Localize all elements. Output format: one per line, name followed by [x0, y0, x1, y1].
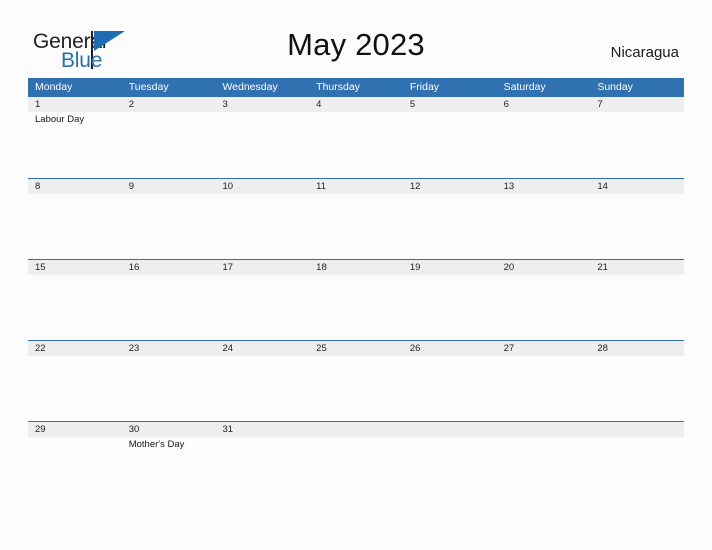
weekday-header-wednesday: Wednesday: [222, 81, 278, 93]
day-number: 14: [597, 181, 608, 192]
week-day-cells: 1 Labour Day 2 3 4 5 6 7: [28, 97, 684, 178]
day-cell-4[interactable]: 4: [309, 97, 403, 178]
day-number: 30: [128, 424, 140, 435]
day-number: 29: [35, 424, 46, 435]
day-number: 10: [222, 181, 234, 192]
day-cell-1[interactable]: 1 Labour Day: [28, 97, 122, 178]
day-number: 18: [316, 262, 327, 273]
day-cell-13[interactable]: 13: [497, 179, 591, 259]
day-number: 19: [409, 262, 421, 273]
calendar-week-row: 1 Labour Day 2 3 4 5 6 7: [28, 97, 684, 178]
week-day-cells: 22 23 24 25 26 27 28: [28, 341, 684, 421]
day-cell-12[interactable]: 12: [403, 179, 497, 259]
week-day-cells: 29 30 Mother's Day 31: [28, 422, 684, 502]
day-cell-28[interactable]: 28: [590, 341, 684, 421]
day-cell-5[interactable]: 5: [403, 97, 497, 178]
day-number: 8: [35, 181, 41, 192]
day-cell-20[interactable]: 20: [497, 260, 591, 340]
day-number: 4: [316, 99, 322, 110]
day-cell-9[interactable]: 9: [122, 179, 216, 259]
day-cell-18[interactable]: 18: [309, 260, 403, 340]
holiday-label: Labour Day: [35, 114, 85, 125]
calendar-page: General Blue May 2023 Nicaragua Monday Tu…: [0, 0, 712, 550]
day-cell-21[interactable]: 21: [590, 260, 684, 340]
day-cell-24[interactable]: 24: [215, 341, 309, 421]
day-cell-17[interactable]: 17: [215, 260, 309, 340]
day-number: 11: [316, 181, 327, 192]
day-cell-23[interactable]: 23: [122, 341, 216, 421]
day-cell-11[interactable]: 11: [309, 179, 403, 259]
calendar-week-rows: 1 Labour Day 2 3 4 5 6 7 8 9 10 11 12 13 14 15 16 17 18 19 2…: [28, 97, 684, 502]
calendar-week-row: 22 23 24 25 26 27 28: [28, 340, 684, 421]
day-number: 1: [35, 99, 41, 110]
calendar-week-row: 15 16 17 18 19 20 21: [28, 259, 684, 340]
weekday-header-thursday: Thursday: [316, 81, 360, 93]
day-cell-empty: [309, 422, 403, 502]
day-number: 16: [128, 262, 140, 273]
week-day-cells: 8 9 10 11 12 13 14: [28, 179, 684, 259]
day-number: 13: [503, 181, 515, 192]
day-cell-14[interactable]: 14: [590, 179, 684, 259]
day-number: 25: [316, 343, 327, 354]
day-cell-8[interactable]: 8: [28, 179, 122, 259]
day-cell-7[interactable]: 7: [590, 97, 684, 178]
day-number: 28: [597, 343, 608, 354]
page-header: General Blue May 2023 Nicaragua: [0, 0, 712, 78]
day-cell-16[interactable]: 16: [122, 260, 216, 340]
day-number: 31: [222, 424, 234, 435]
weekday-header-saturday: Saturday: [503, 81, 546, 93]
weekday-header-friday: Friday: [409, 81, 440, 93]
day-number: 7: [597, 99, 603, 110]
calendar-grid: Monday Tuesday Wednesday Thursday Friday Satu…: [28, 78, 684, 502]
day-cell-27[interactable]: 27: [497, 341, 591, 421]
day-cell-26[interactable]: 26: [403, 341, 497, 421]
day-cell-15[interactable]: 15: [28, 260, 122, 340]
day-cell-6[interactable]: 6: [497, 97, 591, 178]
day-number: 23: [128, 343, 140, 354]
day-cell-empty: [497, 422, 591, 502]
weekday-header-sunday: Sunday: [597, 81, 633, 93]
weekday-header-tuesday: Tuesday: [128, 81, 169, 93]
day-number: 22: [35, 343, 46, 354]
day-cell-3[interactable]: 3: [215, 97, 309, 178]
day-number: 21: [597, 262, 608, 273]
day-number: 2: [128, 99, 135, 110]
day-cell-19[interactable]: 19: [403, 260, 497, 340]
calendar-week-row: 29 30 Mother's Day 31: [28, 421, 684, 502]
weekday-header-monday: Monday: [35, 81, 73, 93]
day-cell-empty: [403, 422, 497, 502]
day-number: 27: [503, 343, 515, 354]
region-label: Nicaragua: [610, 44, 679, 61]
calendar-week-row: 8 9 10 11 12 13 14: [28, 178, 684, 259]
day-cell-25[interactable]: 25: [309, 341, 403, 421]
day-events: Labour Day: [35, 114, 122, 126]
day-number: 20: [503, 262, 515, 273]
day-number: 3: [222, 99, 228, 110]
day-cell-31[interactable]: 31: [215, 422, 309, 502]
day-number: 6: [503, 99, 509, 110]
day-number: 17: [222, 262, 234, 273]
day-cell-2[interactable]: 2: [122, 97, 216, 178]
day-number: 5: [409, 99, 416, 110]
day-number: 26: [409, 343, 421, 354]
day-number: 9: [128, 181, 135, 192]
day-events: Mother's Day: [129, 439, 216, 451]
day-cell-10[interactable]: 10: [215, 179, 309, 259]
holiday-label: Mother's Day: [128, 439, 185, 450]
day-cell-30[interactable]: 30 Mother's Day: [122, 422, 216, 502]
day-cell-empty: [590, 422, 684, 502]
day-cell-22[interactable]: 22: [28, 341, 122, 421]
week-day-cells: 15 16 17 18 19 20 21: [28, 260, 684, 340]
page-title: May 2023: [287, 27, 425, 62]
day-number: 24: [222, 343, 234, 354]
day-cell-29[interactable]: 29: [28, 422, 122, 502]
weekday-header-row: Monday Tuesday Wednesday Thursday Friday Satu…: [28, 78, 684, 97]
day-number: 15: [35, 262, 46, 273]
day-number: 12: [409, 181, 421, 192]
